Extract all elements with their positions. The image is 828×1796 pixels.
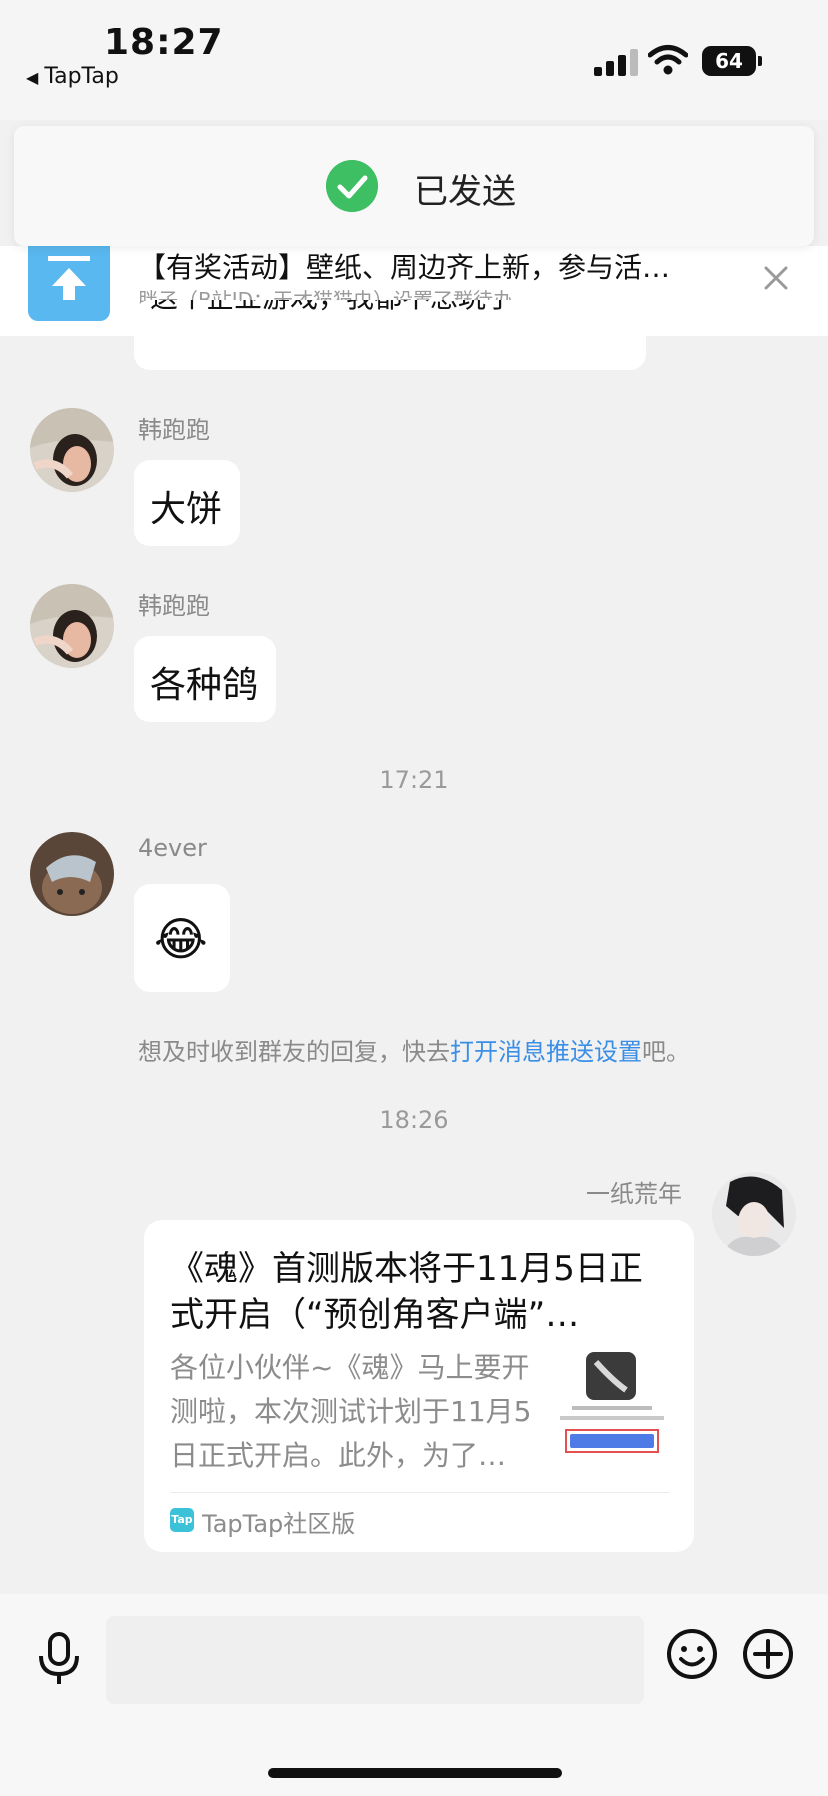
timestamp: 17:21 (379, 766, 449, 794)
notice-text: 想及时收到群友的回复，快去 (138, 1038, 450, 1066)
card-thumbnail (556, 1350, 668, 1466)
microphone-icon[interactable] (36, 1632, 82, 1686)
sender-name: 一纸荒年 (586, 1180, 682, 1208)
close-icon[interactable] (760, 262, 792, 294)
avatar[interactable] (30, 408, 114, 492)
cellular-signal-icon (594, 48, 640, 76)
sent-toast: 已发送 (14, 126, 814, 246)
back-app-label: TapTap (44, 64, 119, 89)
battery-tip (758, 56, 762, 66)
chat-input-bar (0, 1594, 828, 1796)
sender-name: 韩跑跑 (138, 416, 210, 444)
wifi-icon (648, 45, 688, 75)
open-push-settings-link[interactable]: 打开消息推送设置 (450, 1038, 642, 1066)
avatar[interactable] (30, 832, 114, 916)
status-bar: 18:27 ◀ TapTap 64 (0, 0, 828, 120)
avatar[interactable] (712, 1172, 796, 1256)
emoji-laugh-icon: 😂 (154, 912, 208, 966)
clock: 18:27 (104, 22, 224, 63)
emoji-icon[interactable] (666, 1628, 718, 1680)
avatar[interactable] (30, 584, 114, 668)
message-bubble-partial[interactable]: 这个企业游戏，我都不想玩了 (134, 300, 646, 370)
plus-icon[interactable] (742, 1628, 794, 1680)
back-arrow-icon: ◀ (26, 68, 39, 87)
card-source: TapTap社区版 (202, 1510, 356, 1538)
sender-name: 韩跑跑 (138, 592, 210, 620)
message-bubble[interactable]: 大饼 (134, 460, 240, 546)
check-circle-icon (326, 160, 378, 212)
taptap-logo-icon: Tap (170, 1508, 194, 1532)
battery-indicator: 64 (702, 46, 756, 76)
message-text: 这个企业游戏，我都不想玩了 (150, 300, 514, 316)
home-indicator (268, 1768, 562, 1778)
shared-link-card[interactable]: 《魂》首测版本将于11月5日正式开启（“预创角客户端”… 各位小伙伴~《魂》马上… (144, 1220, 694, 1552)
message-bubble[interactable]: 各种鸽 (134, 636, 276, 722)
message-bubble[interactable]: 😂 (134, 884, 230, 992)
pin-top-icon (28, 246, 110, 321)
message-text: 大饼 (150, 489, 223, 530)
message-text: 各种鸽 (150, 665, 259, 706)
notice-suffix: 吧。 (642, 1038, 690, 1066)
timestamp: 18:26 (379, 1106, 449, 1134)
pinned-title: 【有奖活动】壁纸、周边齐上新，参与活… (138, 251, 671, 284)
back-to-app-button[interactable]: ◀ TapTap (26, 64, 119, 89)
card-description: 各位小伙伴~《魂》马上要开测啦，本次测试计划于11月5日正式开启。此外，为了… (170, 1351, 532, 1472)
toast-label: 已发送 (414, 172, 516, 212)
card-title: 《魂》首测版本将于11月5日正式开启（“预创角客户端”… (170, 1249, 643, 1335)
message-input[interactable] (106, 1616, 644, 1704)
divider (170, 1492, 670, 1493)
push-settings-notice: 想及时收到群友的回复，快去打开消息推送设置吧。 (0, 1032, 828, 1067)
sender-name: 4ever (138, 834, 207, 862)
